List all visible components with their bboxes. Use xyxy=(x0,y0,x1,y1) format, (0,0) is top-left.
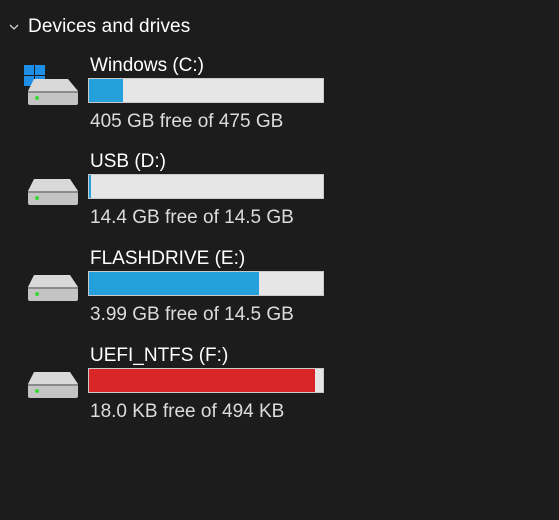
drive-name: Windows (C:) xyxy=(90,55,205,76)
hard-drive-icon xyxy=(24,366,80,406)
drive-item-e[interactable]: FLASHDRIVE (E:) 3.99 GB free of 14.5 GB xyxy=(20,248,340,340)
drive-usage-bar xyxy=(88,174,324,199)
drive-free-space: 18.0 KB free of 494 KB xyxy=(90,401,285,422)
drive-usage-fill xyxy=(89,369,315,392)
drive-item-d[interactable]: USB (D:) 14.4 GB free of 14.5 GB xyxy=(20,151,340,243)
section-title: Devices and drives xyxy=(28,16,191,37)
drive-free-space: 14.4 GB free of 14.5 GB xyxy=(90,207,294,228)
drive-name: UEFI_NTFS (F:) xyxy=(90,345,229,366)
drive-usage-fill xyxy=(89,79,124,102)
drive-name: USB (D:) xyxy=(90,151,166,172)
devices-and-drives-panel: Devices and drives Windows (C:) 405 GB f… xyxy=(0,0,559,520)
drive-name: FLASHDRIVE (E:) xyxy=(90,248,246,269)
hard-drive-icon xyxy=(24,269,80,309)
drive-usage-fill xyxy=(89,175,92,198)
drive-item-c[interactable]: Windows (C:) 405 GB free of 475 GB xyxy=(20,55,340,147)
drive-usage-bar xyxy=(88,78,324,103)
chevron-down-icon[interactable] xyxy=(6,19,22,35)
hard-drive-icon xyxy=(24,173,80,213)
drive-free-space: 3.99 GB free of 14.5 GB xyxy=(90,304,294,325)
drive-usage-bar xyxy=(88,271,324,296)
devices-and-drives-header[interactable]: Devices and drives xyxy=(6,14,190,40)
hard-drive-icon xyxy=(24,65,80,105)
drive-usage-bar xyxy=(88,368,324,393)
drive-item-f[interactable]: UEFI_NTFS (F:) 18.0 KB free of 494 KB xyxy=(20,345,340,437)
drive-usage-fill xyxy=(89,272,259,295)
drive-free-space: 405 GB free of 475 GB xyxy=(90,111,284,132)
